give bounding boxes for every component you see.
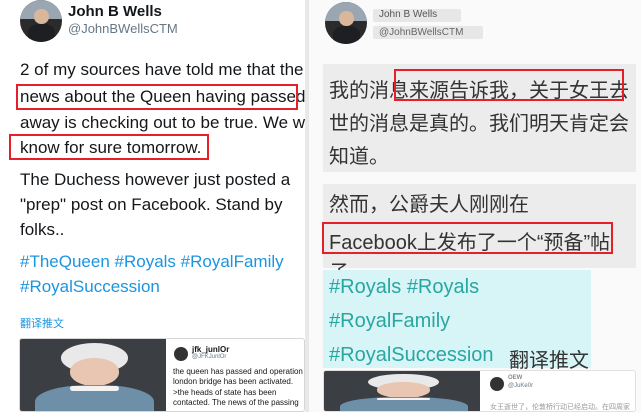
highlight-box-queen-passed (16, 84, 298, 110)
english-tweet-panel: John B Wells @JohnBWellsCTM 2 of my sour… (0, 0, 305, 412)
author-handle[interactable]: @JohnBWellsCTM (379, 27, 463, 38)
highlight-box-know-tomorrow (9, 134, 209, 160)
embed-text-line-4: contacted. The news of the passing (173, 398, 299, 407)
hashtags-line-2[interactable]: #RoyalFamily (329, 310, 450, 333)
translate-tweet-link[interactable]: 翻译推文 (20, 315, 64, 331)
tweet-line-6: "prep" post on Facebook. Stand by (20, 195, 283, 214)
embed-text-line-1: the queen has passed and operation (173, 367, 303, 376)
tweet-line-7: folks.. (20, 220, 65, 239)
hashtags-line-3[interactable]: #RoyalSuccession (329, 344, 494, 367)
embed-author-handle: @JFKJunlOr (192, 354, 227, 360)
hashtags-line-1[interactable]: #Royals #Royals (329, 276, 479, 299)
chinese-translation-panel: John B Wells @JohnBWellsCTM 我的消息来源告诉我，关于… (308, 0, 641, 412)
embed-avatar (174, 347, 188, 361)
tweet-line-5: The Duchess however just posted a (20, 170, 291, 189)
queen-photo (20, 339, 166, 411)
embed-text-line-2: london bridge has been activated. (173, 377, 294, 386)
highlight-box-facebook-post (322, 222, 613, 254)
embedded-tweet-card[interactable]: OEW @JuKe0r 女王逝世了，伦敦桥行动已经启动。在四周家 (323, 370, 636, 412)
embed-author-name: OEW (508, 375, 523, 381)
queen-photo (324, 371, 480, 411)
author-handle[interactable]: @JohnBWellsCTM (68, 21, 178, 36)
tweet-line-3: away is checking out to be true. We will (20, 113, 305, 132)
embed-text-line-3: >the heads of state has been (173, 388, 277, 397)
embed-author-handle: @JuKe0r (508, 383, 534, 389)
author-name[interactable]: John B Wells (68, 3, 162, 20)
translated-line-3: 知道。 (329, 146, 389, 168)
hashtags-line-2[interactable]: #RoyalSuccession (20, 277, 160, 297)
tweet-line-1: 2 of my sources have told me that the (20, 60, 304, 79)
translate-tweet-link[interactable]: 翻译推文 (509, 344, 589, 373)
embed-author-name: jfk_junlOr (192, 345, 230, 354)
highlight-box-queen-death (394, 69, 624, 101)
embed-text-line-1: 女王逝世了，伦敦桥行动已经启动。在四周家 (490, 404, 630, 411)
embedded-tweet-card[interactable]: jfk_junlOr @JFKJunlOr the queen has pass… (19, 338, 305, 412)
avatar[interactable] (325, 2, 367, 44)
avatar[interactable] (20, 0, 62, 42)
hashtags-line-1[interactable]: #TheQueen #Royals #RoyalFamily (20, 252, 284, 272)
author-name[interactable]: John B Wells (379, 9, 437, 20)
embed-avatar (490, 377, 504, 391)
translated-line-2: 世的消息是真的。我们明天肯定会 (329, 113, 629, 135)
translated-line-4: 然而，公爵夫人刚刚在 (329, 194, 529, 216)
